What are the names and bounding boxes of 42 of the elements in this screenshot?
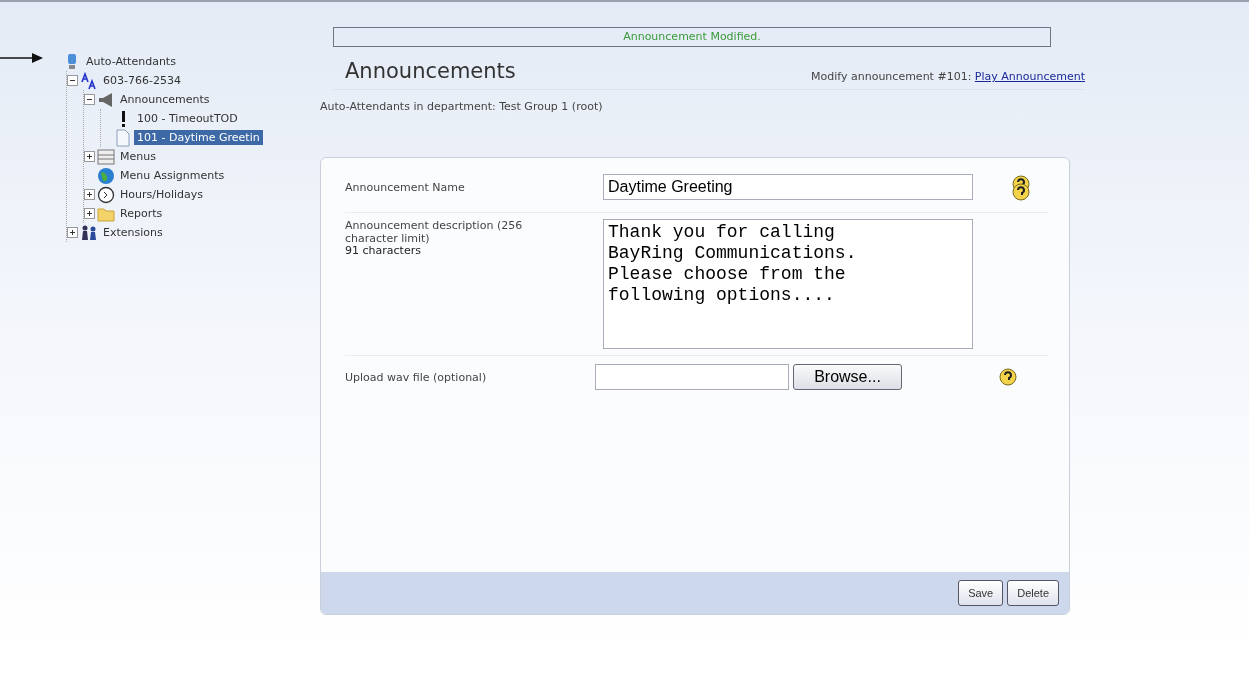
clock-icon bbox=[97, 185, 115, 204]
status-message: Announcement Modified. bbox=[333, 27, 1051, 47]
tree-item[interactable]: Announcements bbox=[117, 92, 213, 107]
file-field[interactable] bbox=[595, 364, 789, 390]
department-text: Auto-Attendants in department: Test Group 1 (root) bbox=[320, 100, 604, 113]
expand-icon[interactable] bbox=[84, 208, 95, 219]
help-icon[interactable] bbox=[1011, 174, 1031, 202]
document-icon bbox=[114, 128, 132, 147]
form-button[interactable]: Save bbox=[958, 580, 1004, 606]
exclamation-icon bbox=[121, 110, 125, 127]
tree-item[interactable]: Menu Assignments bbox=[117, 168, 228, 183]
tree-item[interactable]: Menus bbox=[117, 149, 159, 164]
form-button[interactable]: Delete bbox=[1007, 580, 1059, 606]
expand-icon[interactable] bbox=[84, 189, 95, 200]
field-label: Announcement description (256 character limit) bbox=[345, 219, 524, 245]
help-icon[interactable] bbox=[998, 367, 1018, 387]
expand-icon[interactable] bbox=[67, 227, 78, 238]
browse-button[interactable]: Browse... bbox=[793, 364, 902, 390]
tree-item[interactable]: 100 - TimeoutTOD bbox=[134, 111, 241, 126]
name-field[interactable]: Daytime Greeting bbox=[603, 174, 973, 200]
play-link[interactable]: Play Announcement bbox=[974, 70, 1085, 83]
tree-item[interactable]: Auto-Attendants bbox=[83, 54, 179, 69]
letters-icon bbox=[80, 71, 98, 90]
page-title: Announcements bbox=[345, 59, 516, 83]
character-count: 91 characters bbox=[345, 245, 422, 257]
megaphone-icon bbox=[97, 90, 115, 109]
tree-item[interactable]: Hours/Holidays bbox=[117, 187, 206, 202]
description-field[interactable]: Thank you for calling BayRing Communications. Please choose from the following options.... bbox=[603, 219, 973, 349]
field-label: Upload wav file (optional) bbox=[345, 370, 488, 384]
modify-caption: Modify announcement #101: Play Announcement bbox=[811, 70, 1085, 83]
tree-item[interactable]: 603-766-2534 bbox=[100, 73, 184, 88]
globe-icon bbox=[97, 166, 115, 185]
tree-item[interactable]: Reports bbox=[117, 206, 166, 221]
pointer-arrow-icon bbox=[0, 52, 44, 64]
tree-item[interactable]: Extensions bbox=[100, 225, 166, 240]
expand-icon[interactable] bbox=[84, 151, 95, 162]
tree-item[interactable]: 101 - Daytime Greetin bbox=[134, 130, 263, 145]
people-icon bbox=[80, 223, 98, 242]
menu-icon bbox=[97, 147, 115, 166]
collapse-icon[interactable] bbox=[84, 94, 95, 105]
field-label: Announcement Name bbox=[345, 180, 466, 194]
collapse-icon[interactable] bbox=[67, 75, 78, 86]
